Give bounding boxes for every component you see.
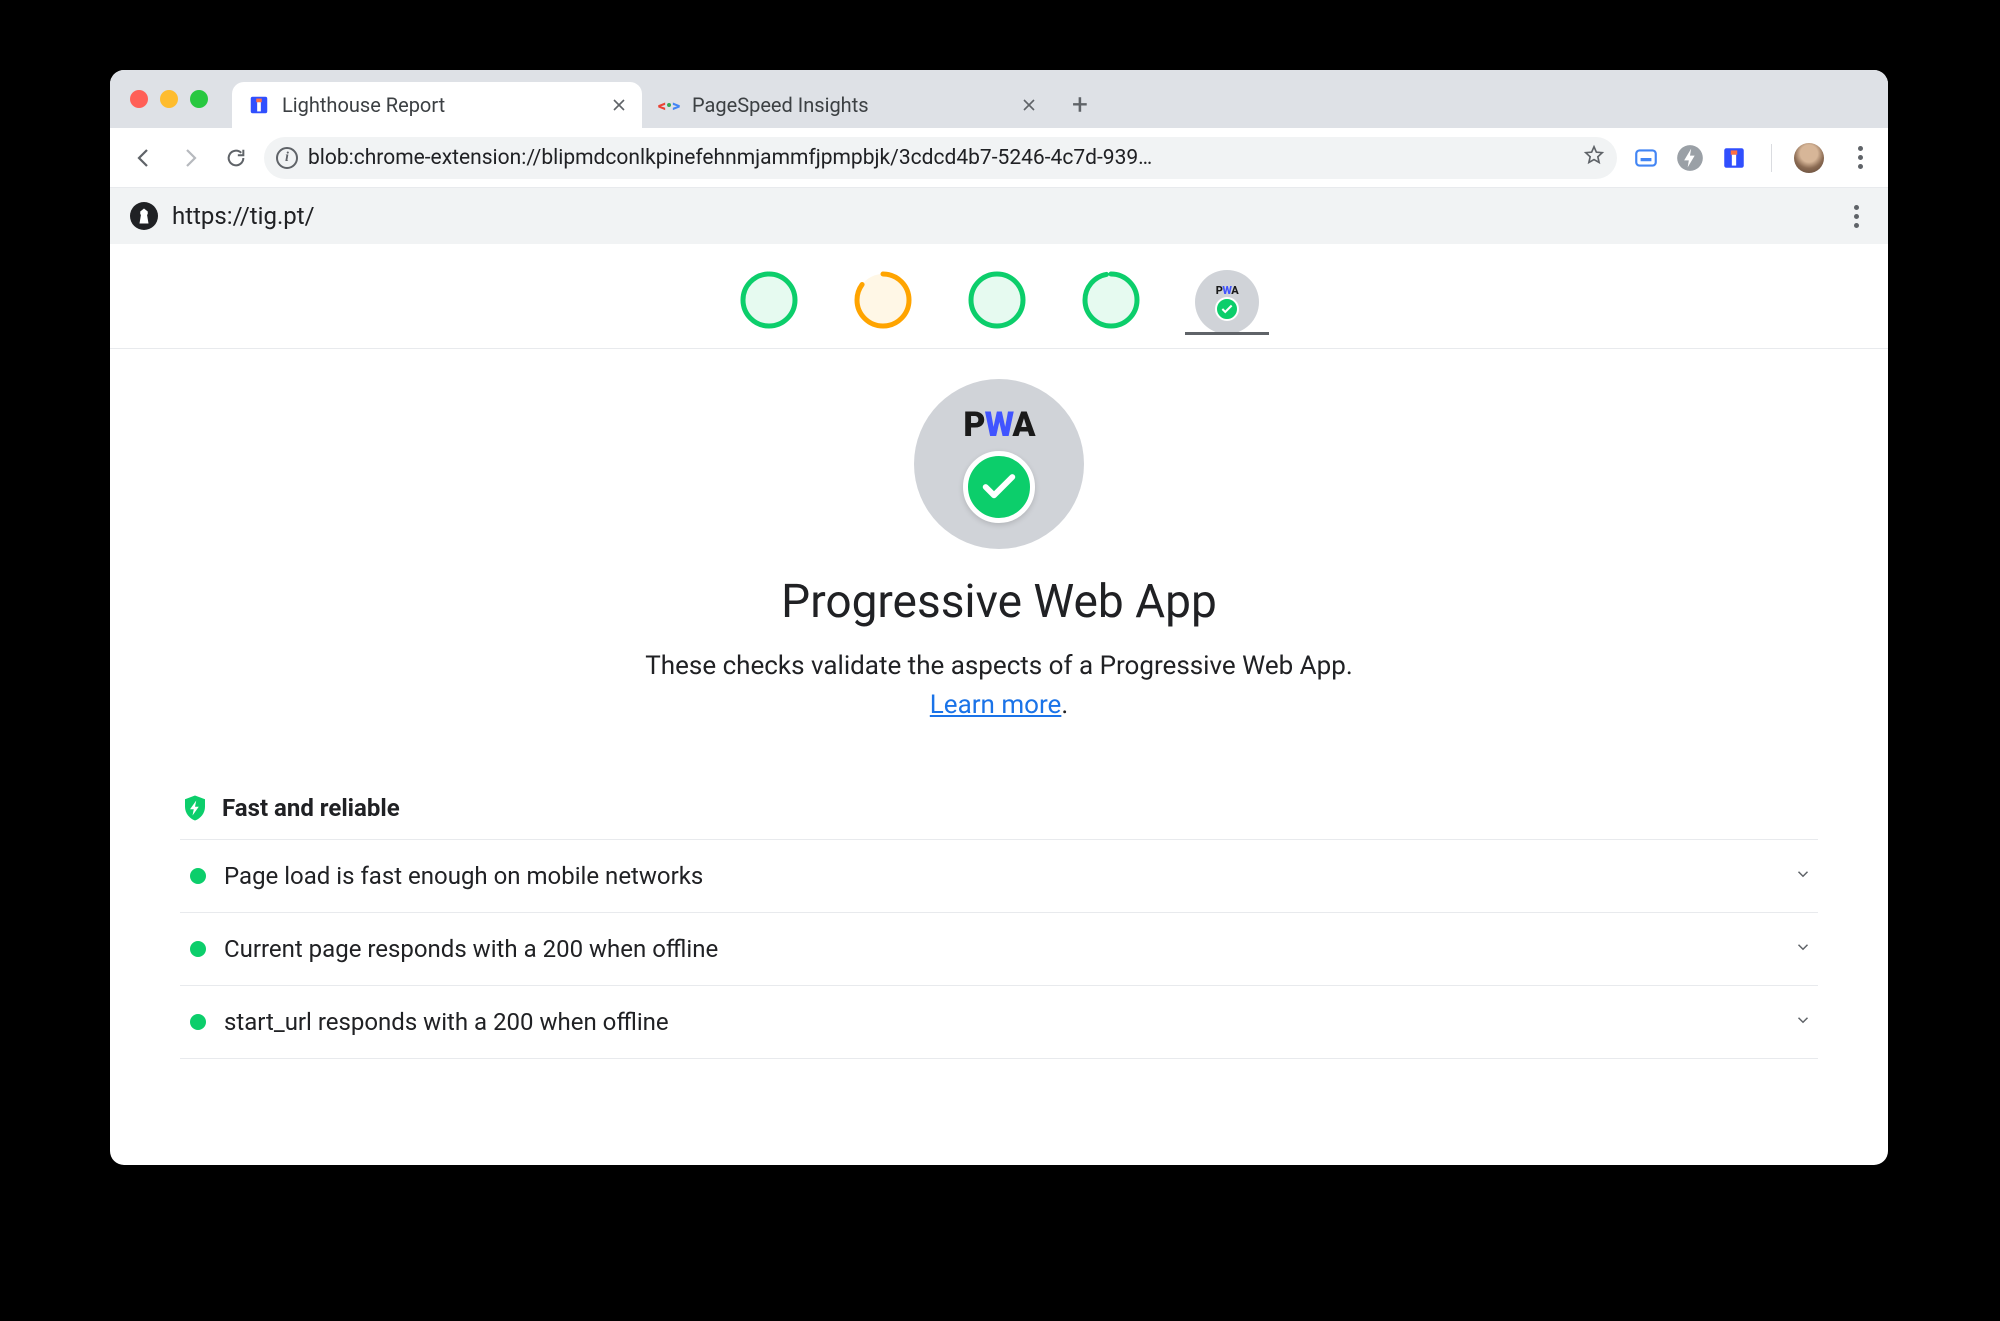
site-info-icon[interactable]: i (276, 147, 298, 169)
gauge-seo[interactable]: 97 (1081, 270, 1141, 330)
tab-title: Lighthouse Report (282, 93, 598, 117)
address-bar[interactable]: i blob:chrome-extension://blipmdconlkpin… (264, 137, 1617, 179)
category-hero: PWA Progressive Web App These checks val… (110, 349, 1888, 785)
audit-label: Current page responds with a 200 when of… (224, 935, 1776, 963)
gauge-pwa[interactable]: PWA (1195, 270, 1259, 334)
browser-menu-button[interactable] (1848, 146, 1872, 169)
back-button[interactable] (126, 140, 162, 176)
new-tab-button[interactable]: + (1060, 84, 1100, 124)
pwa-logo-icon: PWA (963, 405, 1034, 445)
audit-row[interactable]: Page load is fast enough on mobile netwo… (180, 839, 1818, 912)
learn-more-link[interactable]: Learn more (930, 690, 1062, 720)
pass-bullet-icon (190, 868, 206, 884)
tab-pagespeed-insights[interactable]: <•> PageSpeed Insights (642, 82, 1052, 128)
browser-window: Lighthouse Report <•> PageSpeed Insights… (110, 70, 1888, 1165)
chevron-down-icon (1794, 1011, 1812, 1033)
tab-strip: Lighthouse Report <•> PageSpeed Insights… (110, 70, 1888, 128)
audit-label: start_url responds with a 200 when offli… (224, 1008, 1776, 1036)
lighthouse-icon (248, 94, 270, 116)
audit-label: Page load is fast enough on mobile netwo… (224, 862, 1776, 890)
reload-button[interactable] (218, 140, 254, 176)
tab-close-button[interactable] (1020, 96, 1038, 114)
address-text: blob:chrome-extension://blipmdconlkpinef… (308, 146, 1573, 170)
tab-title: PageSpeed Insights (692, 93, 1008, 117)
report-menu-button[interactable] (1844, 205, 1868, 228)
chevron-down-icon (1794, 938, 1812, 960)
window-close-button[interactable] (130, 90, 148, 108)
gauge-performance[interactable]: 99 (739, 270, 799, 330)
category-title: Progressive Web App (130, 575, 1868, 629)
active-tab-underline (1185, 332, 1269, 335)
shield-bolt-icon (180, 793, 210, 823)
gauge-accessibility[interactable]: 85 (853, 270, 913, 330)
audit-group: Fast and reliable Page load is fast enou… (110, 785, 1888, 1059)
forward-button[interactable] (172, 140, 208, 176)
chevron-down-icon (1794, 865, 1812, 887)
window-minimize-button[interactable] (160, 90, 178, 108)
pass-bullet-icon (190, 941, 206, 957)
pagespeed-icon: <•> (658, 94, 680, 116)
extension-icon-card[interactable] (1631, 143, 1661, 173)
pwa-icon: PWA (1216, 284, 1238, 297)
checkmark-icon (963, 451, 1035, 523)
tab-close-button[interactable] (610, 96, 628, 114)
report-url-bar: https://tig.pt/ (110, 188, 1888, 244)
window-controls (126, 70, 218, 128)
category-description: These checks validate the aspects of a P… (639, 647, 1359, 725)
score-gauges: 99 85 100 97 PWA (110, 244, 1888, 349)
toolbar-separator (1771, 144, 1772, 172)
gauge-best-practices[interactable]: 100 (967, 270, 1027, 330)
extension-icon-lighthouse[interactable] (1719, 143, 1749, 173)
browser-toolbar: i blob:chrome-extension://blipmdconlkpin… (110, 128, 1888, 188)
report-url: https://tig.pt/ (172, 202, 315, 230)
profile-avatar[interactable] (1794, 143, 1824, 173)
extension-icon-bolt[interactable] (1675, 143, 1705, 173)
lighthouse-logo-icon (130, 202, 158, 230)
window-zoom-button[interactable] (190, 90, 208, 108)
bookmark-star-icon[interactable] (1583, 144, 1605, 172)
audit-group-title: Fast and reliable (222, 794, 400, 822)
checkmark-icon (1215, 297, 1239, 321)
audit-row[interactable]: Current page responds with a 200 when of… (180, 912, 1818, 985)
pass-bullet-icon (190, 1014, 206, 1030)
audit-row[interactable]: start_url responds with a 200 when offli… (180, 985, 1818, 1059)
tab-lighthouse-report[interactable]: Lighthouse Report (232, 82, 642, 128)
pwa-badge: PWA (914, 379, 1084, 549)
